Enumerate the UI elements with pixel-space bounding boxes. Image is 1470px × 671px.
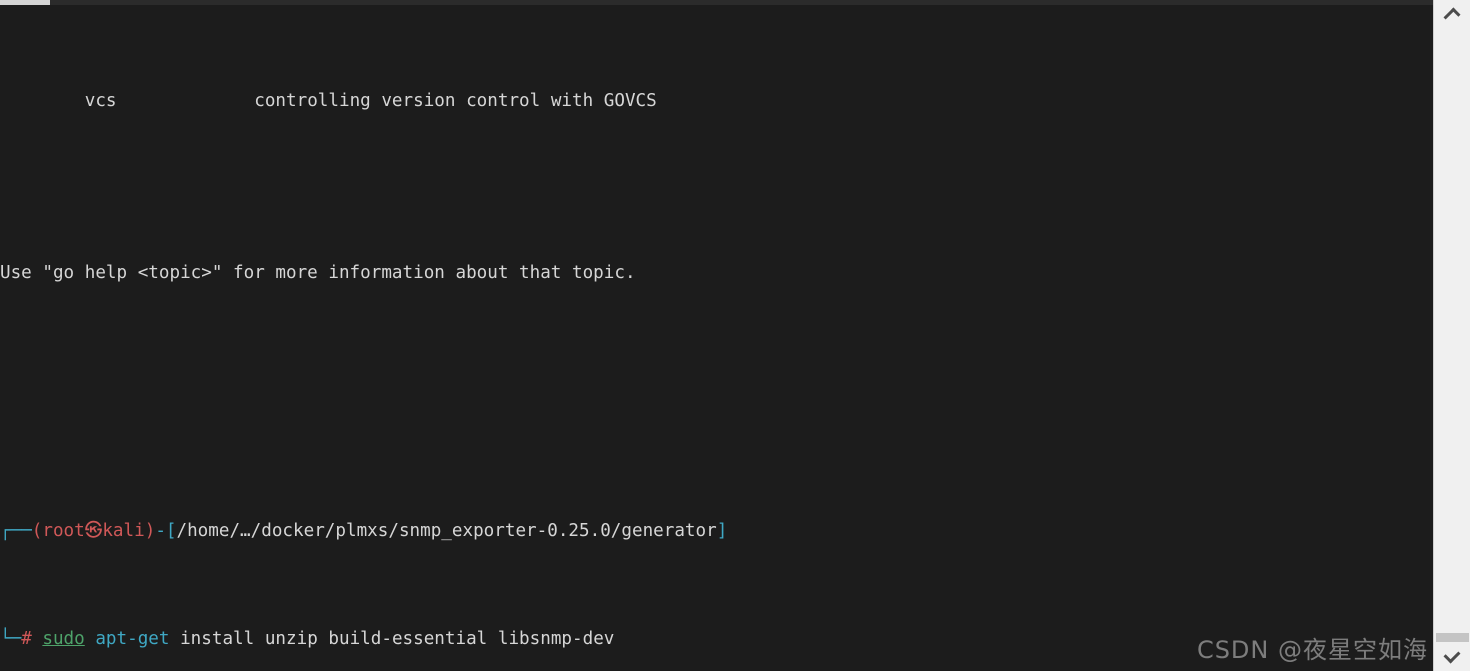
terminal-output-area[interactable]: vcs controlling version control with GOV… <box>0 5 1433 671</box>
prompt-bracket-close: ] <box>716 521 728 541</box>
help-topic-description: controlling version control with GOVCS <box>254 91 657 111</box>
help-hint-line: Use "go help <topic>" for more informati… <box>0 263 636 283</box>
command-args: install unzip build-essential libsnmp-de… <box>169 628 615 649</box>
prompt-user-host: (root㉿kali) <box>31 521 156 541</box>
prompt-line-command: └─# sudo apt-get install unzip build-ess… <box>0 629 1433 651</box>
scroll-down-button[interactable] <box>1434 642 1470 668</box>
prompt-corner-bottom: └─ <box>0 628 22 649</box>
prompt-corner-top: ┌── <box>0 521 32 541</box>
chevron-down-icon <box>1443 646 1461 664</box>
prompt-dash: - <box>155 521 166 541</box>
prompt-line-top: ┌──(root㉿kali)-[/home/…/docker/plmxs/snm… <box>0 521 1433 543</box>
scrollbar-track[interactable] <box>1435 29 1470 633</box>
command-sudo: sudo <box>42 628 85 649</box>
help-topic-name: vcs <box>84 91 117 111</box>
vertical-scrollbar[interactable] <box>1433 0 1470 671</box>
help-topic-line: vcs controlling version control with GOV… <box>0 91 1433 113</box>
scroll-up-button[interactable] <box>1434 3 1470 29</box>
command-program: apt-get <box>95 628 170 649</box>
chevron-up-icon <box>1443 7 1461 25</box>
prompt-hash: # <box>21 628 32 649</box>
terminal-window: vcs controlling version control with GOV… <box>0 0 1470 671</box>
prompt-path: /home/…/docker/plmxs/snmp_exporter-0.25.… <box>176 521 717 541</box>
prompt-bracket-open: [ <box>165 521 177 541</box>
